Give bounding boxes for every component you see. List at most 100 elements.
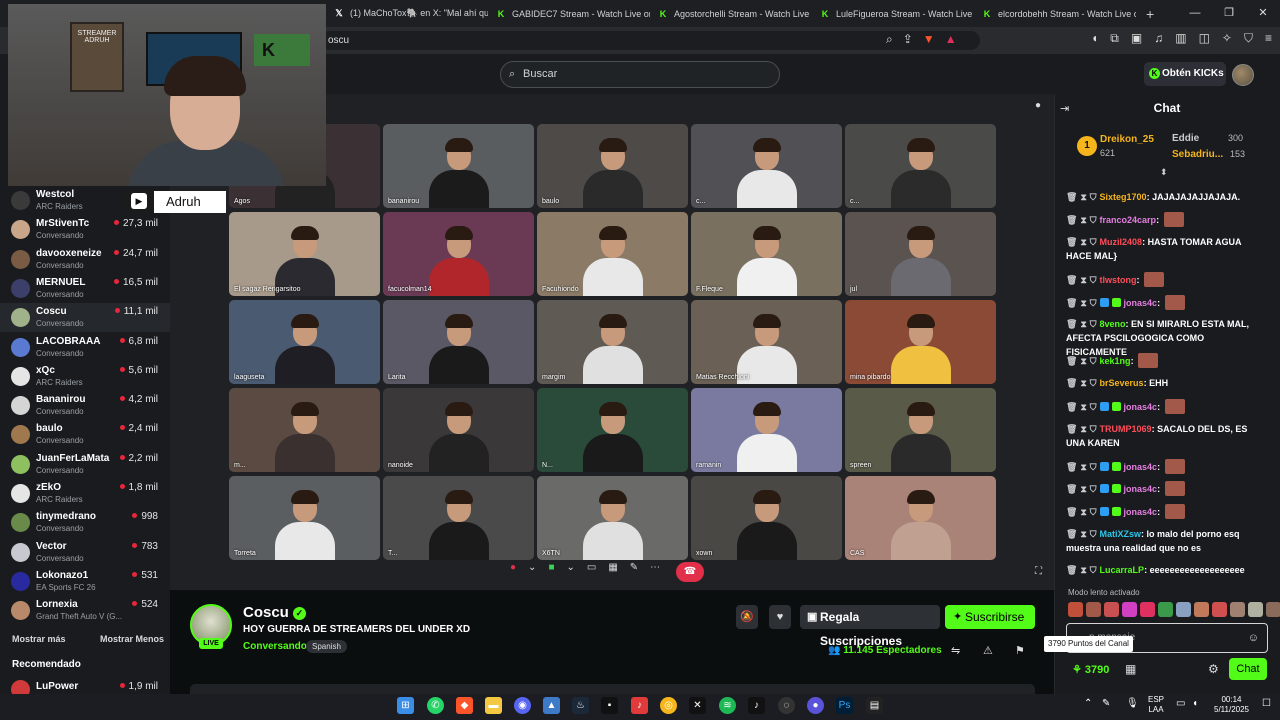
rewards-icon[interactable]: ▲ [945,32,957,47]
ban-icon[interactable]: ⛉ [1090,484,1097,494]
zoom-icon[interactable]: ⌕ [886,32,893,47]
ban-icon[interactable]: ⛉ [1090,298,1097,308]
timeout-icon[interactable]: ⧗ [1080,275,1086,285]
call-participant-tile[interactable]: ramanin [691,388,842,472]
grid-view-icon[interactable]: ▦ [608,562,617,573]
start-icon[interactable]: ⊞ [397,697,414,714]
more-icon[interactable]: ⋯ [650,562,660,573]
browser-tab-3[interactable]: K Agostorchelli Stream - Watch Live on [650,0,812,27]
maximize-icon[interactable]: ❐ [1212,0,1246,27]
trash-icon[interactable]: 🗑 [1066,215,1077,225]
emote-icon[interactable] [1230,602,1245,617]
clock[interactable]: 00:14 5/11/2025 [1214,695,1249,715]
chat-username[interactable]: jonas4c [1124,462,1158,472]
timeout-icon[interactable]: ⧗ [1080,298,1086,308]
call-participant-tile[interactable]: laaguseta [229,300,380,384]
chat-username[interactable]: jonas4c [1124,298,1158,308]
sidebar-channel-item[interactable]: Vector Conversando 783 [0,538,170,567]
share-icon[interactable]: ⇪ [903,32,913,47]
ai-icon[interactable]: ✧ [1222,31,1232,46]
call-participant-tile[interactable]: Larita [383,300,534,384]
sidebar-channel-item[interactable]: tinymedrano Conversando 998 [0,508,170,537]
folder-icon[interactable]: ▬ [485,697,502,714]
calendar-icon[interactable]: ▦ [1125,662,1136,676]
pen-icon[interactable]: ✎ [1102,699,1110,709]
chevron-down-icon[interactable]: ⌄ [566,562,574,573]
trash-icon[interactable]: 🗑 [1066,237,1077,247]
chat-message[interactable]: 🗑 ⧗ ⛉ kek1ng: [1066,353,1260,368]
chat-username[interactable]: brSeverus [1100,378,1144,388]
browser-tab-5[interactable]: Kelcordobehh Stream - Watch Live on [974,0,1136,27]
ban-icon[interactable]: ⛉ [1090,507,1097,517]
send-chat-button[interactable]: Chat [1229,658,1267,680]
speaker-icon[interactable]: ◖ [1091,31,1098,46]
app4-icon[interactable]: ● [807,697,824,714]
emote-icon[interactable] [1266,602,1280,617]
trash-icon[interactable]: 🗑 [1066,507,1077,517]
ban-icon[interactable]: ⛉ [1090,319,1097,329]
channel-points[interactable]: ⚘ 3790 [1072,663,1109,676]
browser-tab-4[interactable]: K LuleFigueroa Stream - Watch Live on [812,0,974,27]
sidebar-channel-item[interactable]: Bananirou Conversando 4,2 mil [0,391,170,420]
ban-icon[interactable]: ⛉ [1090,565,1097,575]
browser-tab-1[interactable]: 𝕏 (1) MaChoTox🐘 en X: "Mal ahí que [326,0,488,27]
call-participant-tile[interactable]: CAS [845,476,996,560]
chat-username[interactable]: TRUMP1069 [1100,424,1152,434]
subscribe-button[interactable]: ✦ Suscribirse [945,605,1035,629]
mic-icon[interactable]: ● [510,562,516,573]
language-indicator[interactable]: ESP LAA [1148,695,1164,715]
language-tag[interactable]: Spanish [306,640,347,653]
report-icon[interactable]: ⚠ [983,644,993,657]
chat-message[interactable]: 🗑 ⧗ ⛉ jonas4c: [1066,504,1260,519]
notifications-button[interactable]: 🔕 [736,605,758,629]
search-input[interactable]: ⌕ Buscar [500,61,780,88]
expand-pinned-icon[interactable]: ⬍ [1160,167,1168,178]
tray-chevron-icon[interactable]: ⌃ [1084,699,1092,709]
emote-icon[interactable] [1158,602,1173,617]
timeout-icon[interactable]: ⧗ [1080,402,1086,412]
sidebar-icon[interactable]: ▥ [1175,31,1186,46]
emote-icon[interactable] [1122,602,1137,617]
timeout-icon[interactable]: ⧗ [1080,507,1086,517]
close-icon[interactable]: ✕ [1246,0,1280,27]
brave-icon[interactable]: ◆ [456,697,473,714]
user-avatar[interactable] [1232,64,1254,86]
notifications-icon[interactable]: ☐ [1262,699,1271,709]
extension-icon[interactable]: ⧉ [1110,31,1119,46]
ban-icon[interactable]: ⛉ [1090,356,1097,366]
wallet-icon[interactable]: ▣ [1131,31,1142,46]
hang-up-button[interactable]: ☎ [676,562,704,582]
emote-icon[interactable] [1104,602,1119,617]
timeout-icon[interactable]: ⧗ [1080,215,1086,225]
app2-icon[interactable]: ◎ [660,697,677,714]
photoshop-icon[interactable]: Ps [836,697,853,714]
sidebar-channel-item[interactable]: Coscu Conversando 11,1 mil [0,303,170,333]
timeout-icon[interactable]: ⧗ [1080,424,1086,434]
call-participant-tile[interactable]: jul [845,212,996,296]
trash-icon[interactable]: 🗑 [1066,192,1077,202]
channel-name[interactable]: Coscu ✓ [243,604,306,621]
ban-icon[interactable]: ⛉ [1090,462,1097,472]
chat-username[interactable]: jonas4c [1124,402,1158,412]
shield-icon[interactable]: ⛉ [1244,31,1253,46]
chat-message[interactable]: 🗑 ⧗ ⛉ MatiXZsw: lo malo del porno esq muest… [1066,527,1260,555]
tiktok-icon[interactable]: ♪ [748,697,765,714]
ban-icon[interactable]: ⛉ [1090,237,1097,247]
trash-icon[interactable]: 🗑 [1066,275,1077,285]
call-participant-tile[interactable]: T... [383,476,534,560]
trash-icon[interactable]: 🗑 [1066,319,1077,329]
camera-icon[interactable]: ■ [548,562,554,573]
chat-message[interactable]: 🗑 ⧗ ⛉ jonas4c: [1066,399,1260,414]
emote-icon[interactable] [1176,602,1191,617]
emote-icon[interactable] [1212,602,1227,617]
app3-icon[interactable]: ◌ [778,697,795,714]
trash-icon[interactable]: 🗑 [1066,402,1077,412]
trash-icon[interactable]: 🗑 [1066,484,1077,494]
timeout-icon[interactable]: ⧗ [1080,319,1086,329]
timeout-icon[interactable]: ⧗ [1080,192,1086,202]
timeout-icon[interactable]: ⧗ [1080,565,1086,575]
screen-share-icon[interactable]: ▭ [587,562,596,573]
ban-icon[interactable]: ⛉ [1090,275,1097,285]
sidebar-channel-item[interactable]: Lornexia Grand Theft Auto V (G... 524 [0,596,170,625]
app-icon[interactable]: ♪ [631,697,648,714]
